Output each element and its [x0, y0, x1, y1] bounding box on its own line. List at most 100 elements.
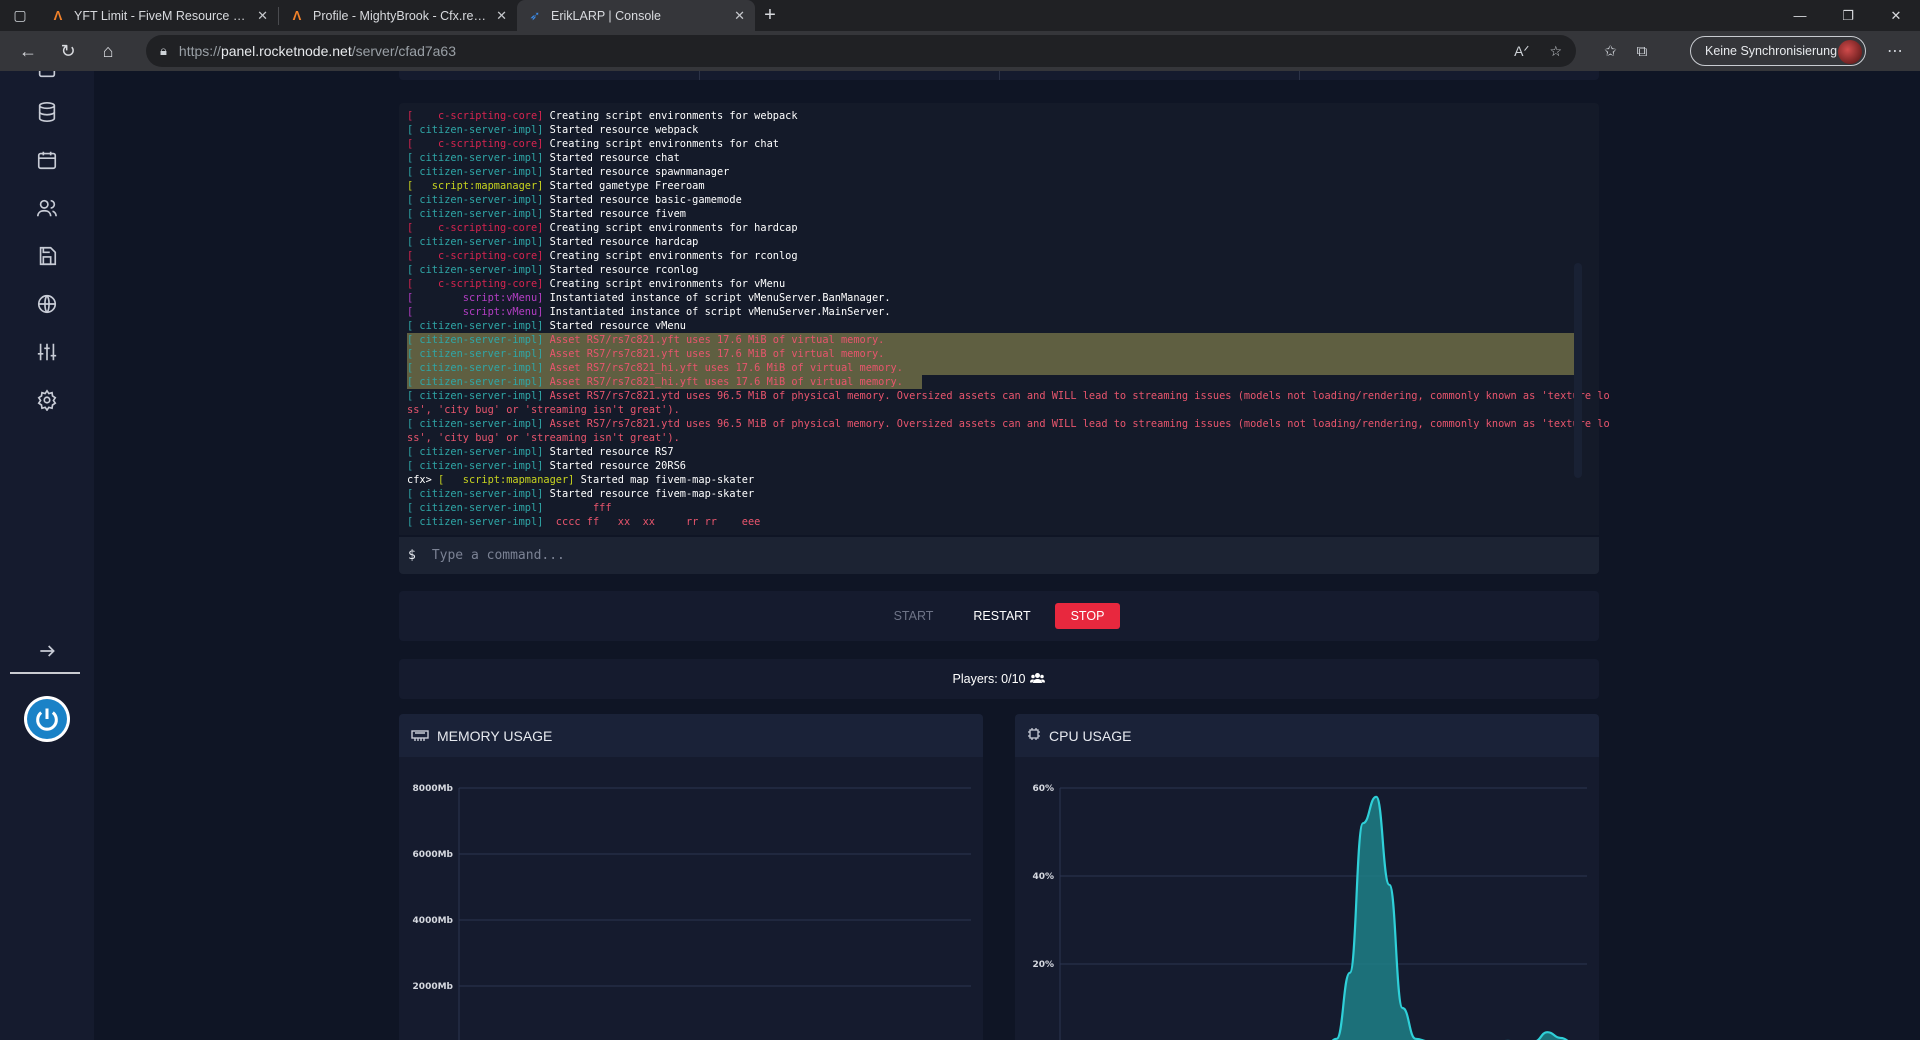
arrow-right-icon[interactable]: [27, 631, 67, 671]
users-icon: [1030, 672, 1046, 687]
browser-tab-bar: ▢ Λ YFT Limit - FiveM Resource Deve ✕ Λ …: [0, 0, 1920, 31]
usage-line: [1331, 795, 1569, 1040]
console-line-tag: [ citizen-server-impl]: [407, 236, 544, 248]
database-icon[interactable]: [27, 92, 67, 132]
console-log: [ c-scripting-core] Creating script envi…: [407, 109, 1610, 529]
address-bar[interactable]: 🔒︎ https://panel.rocketnode.net/server/c…: [146, 35, 1576, 67]
close-icon[interactable]: ✕: [734, 8, 745, 24]
save-icon[interactable]: [27, 236, 67, 276]
console-line: [ c-scripting-core] Creating script envi…: [407, 249, 1577, 263]
console-line: cfx> [ script:mapmanager] Started map fi…: [407, 473, 1577, 487]
globe-icon[interactable]: [27, 284, 67, 324]
console-line-text: ss', 'city bug' or 'streaming isn't grea…: [407, 404, 680, 416]
home-icon[interactable]: ⌂: [88, 31, 128, 71]
calendar-icon[interactable]: [27, 140, 67, 180]
console-line-text: Asset RS7/rs7c821_hi.yft uses 17.6 MiB o…: [543, 376, 903, 388]
console-line: [ citizen-server-impl] fff: [407, 501, 1577, 515]
rocketnode-icon: ➶: [529, 7, 541, 23]
favorites-icon[interactable]: ✩: [1604, 42, 1617, 60]
browser-tab-2[interactable]: Λ Profile - MightyBrook - Cfx.re Co ✕: [279, 0, 517, 31]
console-line-tag: [ citizen-server-impl]: [407, 460, 544, 472]
tab-title: ErikLARP | Console: [551, 8, 662, 23]
close-icon[interactable]: ✕: [496, 8, 507, 24]
console-line: [ citizen-server-impl] Started resource …: [407, 235, 1577, 249]
console-line-tag: [ citizen-server-impl]: [407, 488, 544, 500]
users-icon[interactable]: [27, 188, 67, 228]
memory-usage-header: MEMORY USAGE: [399, 714, 983, 757]
favorite-star-icon[interactable]: ☆: [1549, 43, 1562, 60]
memory-usage-title: MEMORY USAGE: [437, 727, 553, 744]
console-line-text: Started resource spawnmanager: [543, 166, 730, 178]
lock-icon[interactable]: 🔒︎: [160, 43, 167, 59]
command-input[interactable]: [431, 548, 1599, 563]
console-line-text: Creating script environments for hardcap: [543, 222, 798, 234]
console-line-text: Started gametype Freeroam: [543, 180, 705, 192]
cpu-usage-chart: 60%40%20%0%: [1032, 784, 1587, 1040]
console-line-text: Started resource webpack: [543, 124, 699, 136]
console-line-tag: [ citizen-server-impl]: [407, 376, 544, 388]
console-line-tag: [ c-scripting-core]: [407, 110, 544, 122]
browser-tab-3[interactable]: ➶ ErikLARP | Console ✕: [517, 0, 755, 31]
new-tab-icon[interactable]: +: [755, 0, 785, 31]
usage-area: [1333, 796, 1567, 1040]
console-output[interactable]: [ c-scripting-core] Creating script envi…: [399, 103, 1610, 535]
file-icon[interactable]: [27, 71, 67, 89]
console-line-text: Instantiated instance of script vMenuSer…: [543, 292, 891, 304]
url-host: panel.rocketnode.net: [220, 43, 352, 59]
console-line-tag: [ citizen-server-impl]: [407, 516, 544, 528]
cpu-usage-panel: CPU USAGE 60%40%20%0%: [1015, 714, 1599, 1040]
panel-page: [ c-scripting-core] Creating script envi…: [0, 71, 1920, 1040]
browser-tab-1[interactable]: Λ YFT Limit - FiveM Resource Deve ✕: [40, 0, 278, 31]
console-line-tag: [ citizen-server-impl]: [407, 264, 544, 276]
console-line-tag: [ citizen-server-impl]: [407, 348, 544, 360]
y-tick-label: 60%: [1032, 784, 1054, 794]
console-line-tag: [ script:vMenu]: [407, 306, 544, 318]
console-line-text: Started resource chat: [543, 152, 680, 164]
close-icon[interactable]: ✕: [257, 8, 268, 24]
console-line: [ citizen-server-impl] Started resource …: [407, 263, 1577, 277]
close-window-icon[interactable]: ✕: [1872, 0, 1920, 31]
console-line-tag: [ citizen-server-impl]: [407, 194, 544, 206]
minimize-icon[interactable]: —: [1776, 0, 1824, 31]
sidebar-divider: [10, 672, 80, 674]
window-controls: — ❐ ✕: [1776, 0, 1920, 31]
console-line-text: Started resource fivem: [543, 208, 686, 220]
cpu-usage-header: CPU USAGE: [1015, 714, 1599, 757]
console-line: [ citizen-server-impl] Started resource …: [407, 487, 1577, 501]
logout-button[interactable]: [24, 696, 70, 742]
stop-button[interactable]: STOP: [1054, 603, 1121, 629]
console-line: [ script:vMenu] Instantiated instance of…: [407, 305, 1577, 319]
read-aloud-icon[interactable]: Aᐟ: [1514, 43, 1529, 60]
console-line-tag: [ citizen-server-impl]: [407, 334, 544, 346]
console-line: ss', 'city bug' or 'streaming isn't grea…: [407, 403, 1577, 417]
console-line: [ citizen-server-impl] Started resource …: [407, 151, 1577, 165]
console-line-text: Asset RS7/rs7c821.ytd uses 96.5 MiB of p…: [543, 390, 1610, 402]
console-line-tag: [ script:mapmanager]: [407, 180, 544, 192]
cpu-chip-icon: [1027, 727, 1041, 744]
y-tick-label: 6000Mb: [413, 850, 454, 860]
more-menu-icon[interactable]: ⋯: [1880, 31, 1910, 71]
start-button[interactable]: START: [878, 603, 950, 629]
url-path: /server/cfad7a63: [351, 43, 457, 59]
console-line-text: Creating script environments for rconlog: [543, 250, 798, 262]
console-line: [ citizen-server-impl] Started resource …: [407, 445, 1577, 459]
console-line-tag: [ citizen-server-impl]: [407, 152, 544, 164]
restart-button[interactable]: RESTART: [957, 603, 1046, 629]
tab-title: YFT Limit - FiveM Resource Deve: [74, 8, 250, 23]
command-bar: $: [399, 537, 1599, 574]
power-icon: [27, 699, 67, 739]
console-line-tag: [ c-scripting-core]: [407, 138, 544, 150]
console-line-tag: [ citizen-server-impl]: [407, 124, 544, 136]
tab-actions-icon[interactable]: ▢: [0, 0, 40, 31]
console-line-text: Started resource RS7: [543, 446, 674, 458]
memory-chip-icon: [411, 728, 429, 744]
back-icon[interactable]: ←: [8, 31, 48, 71]
console-scrollbar[interactable]: [1574, 263, 1582, 478]
reload-icon[interactable]: ↻: [48, 31, 88, 71]
console-line: [ script:mapmanager] Started gametype Fr…: [407, 179, 1577, 193]
settings-gear-icon[interactable]: [27, 380, 67, 420]
sliders-icon[interactable]: [27, 332, 67, 372]
restore-icon[interactable]: ❐: [1824, 0, 1872, 31]
collections-icon[interactable]: ⧉: [1637, 43, 1648, 60]
sync-button[interactable]: Keine Synchronisierung: [1690, 36, 1866, 66]
